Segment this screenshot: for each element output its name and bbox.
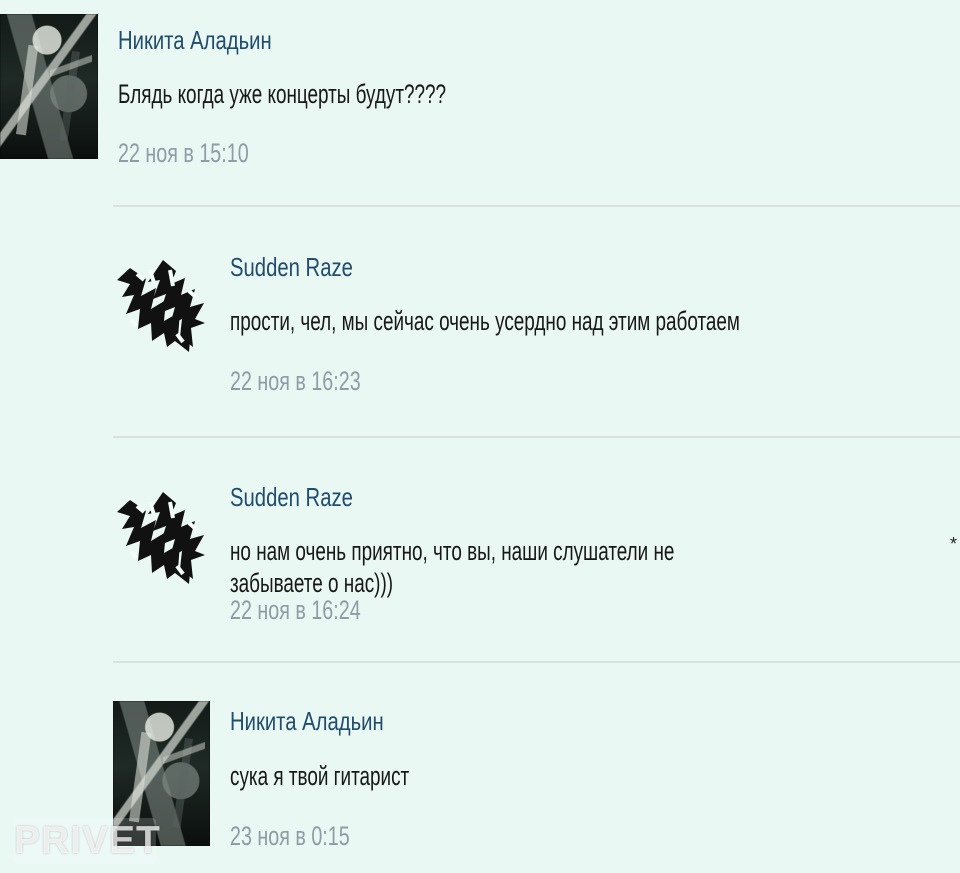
- comment-author[interactable]: Никита Аладьин: [230, 706, 384, 736]
- comment-thread: Никита Аладьин Блядь когда уже концерты …: [0, 0, 960, 873]
- comment-date[interactable]: 23 ноя в 0:15: [230, 820, 350, 852]
- comment-4: Никита Аладьин сука я твой гитарист 23 н…: [0, 0, 960, 873]
- comment-message: сука я твой гитарист: [230, 761, 410, 791]
- watermark-logo: PRIVET: [14, 818, 161, 864]
